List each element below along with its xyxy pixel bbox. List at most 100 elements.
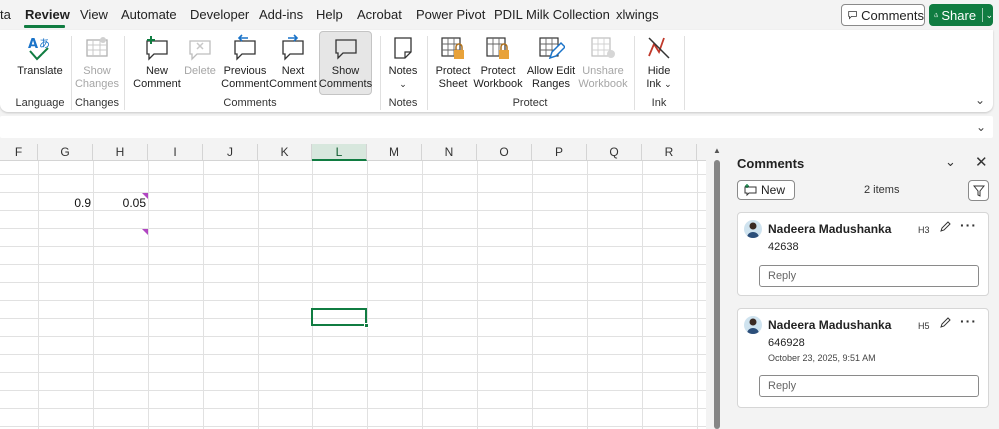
column-header-q[interactable]: Q xyxy=(587,144,642,161)
unshare-workbook-label-2: Workbook xyxy=(578,78,628,90)
show-changes-label-2: Changes xyxy=(74,78,120,90)
more-options-icon[interactable]: ··· xyxy=(960,313,977,329)
collapse-ribbon-chevron-icon[interactable]: ⌄ xyxy=(975,93,985,107)
filter-icon xyxy=(972,185,985,197)
hide-ink-button[interactable]: Hide Ink ⌄ xyxy=(640,32,678,91)
show-comments-button[interactable]: Show Comments xyxy=(319,31,372,95)
comments-button-label: Comments xyxy=(861,7,924,23)
comment-author: Nadeera Madushanka xyxy=(768,318,892,332)
column-header-j[interactable]: J xyxy=(203,144,258,161)
protect-workbook-label-1: Protect xyxy=(480,65,516,77)
comments-pane: Comments ⌄ ✕ New 2 items Nadeera Madusha… xyxy=(726,144,999,429)
grid-line xyxy=(532,161,533,429)
tab-data-partial[interactable]: ta xyxy=(0,7,11,22)
chevron-down-icon[interactable]: ⌄ xyxy=(945,154,956,170)
tab-acrobat[interactable]: Acrobat xyxy=(357,7,402,22)
grid-line xyxy=(0,408,706,409)
column-header-h[interactable]: H xyxy=(93,144,148,161)
expand-formula-bar-chevron-icon[interactable]: ⌄ xyxy=(976,120,986,134)
column-header-p[interactable]: P xyxy=(532,144,587,161)
next-comment-button[interactable]: Next Comment xyxy=(269,32,317,91)
cell-h-value[interactable]: 0.05 xyxy=(95,196,146,210)
group-label-language: Language xyxy=(15,97,65,109)
grid-line xyxy=(0,192,706,193)
tab-automate[interactable]: Automate xyxy=(121,7,177,22)
active-tab-underline xyxy=(24,25,65,28)
previous-comment-label-2: Comment xyxy=(221,78,269,90)
tab-developer[interactable]: Developer xyxy=(190,7,249,22)
tab-pdil-milk-collection[interactable]: PDIL Milk Collection xyxy=(494,7,610,22)
fill-handle[interactable] xyxy=(364,323,369,328)
column-header-r[interactable]: R xyxy=(642,144,697,161)
column-header-g[interactable]: G xyxy=(38,144,93,161)
tab-power-pivot[interactable]: Power Pivot xyxy=(416,7,485,22)
column-header-l[interactable]: L xyxy=(312,144,367,161)
cell-g-value[interactable]: 0.9 xyxy=(40,196,91,210)
share-icon xyxy=(934,12,938,18)
close-icon[interactable]: ✕ xyxy=(975,153,988,171)
more-options-icon[interactable]: ··· xyxy=(960,217,977,233)
column-header-i[interactable]: I xyxy=(148,144,203,161)
group-label-notes: Notes xyxy=(388,97,418,109)
column-header-m[interactable]: M xyxy=(367,144,422,161)
vertical-scrollbar[interactable]: ▲ xyxy=(711,144,723,429)
filter-button[interactable] xyxy=(968,180,989,201)
show-changes-button[interactable]: Show Changes xyxy=(75,32,119,91)
svg-text:A: A xyxy=(28,37,38,52)
tab-add-ins[interactable]: Add-ins xyxy=(259,7,303,22)
share-button[interactable]: Share ⌄ xyxy=(929,4,993,26)
comments-button[interactable]: Comments xyxy=(841,4,925,26)
share-button-label: Share xyxy=(941,7,977,23)
allow-edit-ranges-label-1: Allow Edit xyxy=(526,65,576,77)
reply-input[interactable]: Reply xyxy=(759,265,979,287)
active-cell[interactable] xyxy=(311,308,367,326)
column-header-n[interactable]: N xyxy=(422,144,477,161)
comment-thread[interactable]: Nadeera Madushanka H5 ··· 646928 October… xyxy=(737,308,989,408)
protect-workbook-label-2: Workbook xyxy=(473,78,523,90)
column-header-o[interactable]: O xyxy=(477,144,532,161)
reply-input[interactable]: Reply xyxy=(759,375,979,397)
grid-line xyxy=(203,161,204,429)
tab-xlwings[interactable]: xlwings xyxy=(616,7,659,22)
scroll-up-arrow-icon[interactable]: ▲ xyxy=(713,146,721,155)
grid-line xyxy=(0,264,706,265)
delete-comment-button[interactable]: Delete xyxy=(183,32,217,78)
notes-button[interactable]: Notes ⌄ xyxy=(386,32,420,91)
translate-button[interactable]: A あ Translate xyxy=(15,32,65,78)
new-comment-pane-button[interactable]: New xyxy=(737,180,795,200)
protect-workbook-button[interactable]: Protect Workbook xyxy=(473,32,523,91)
new-comment-icon xyxy=(744,184,757,196)
scrollbar-thumb[interactable] xyxy=(714,160,720,429)
grid-line xyxy=(0,300,706,301)
comment-indicator[interactable] xyxy=(142,229,148,235)
new-comment-label-1: New xyxy=(145,65,168,77)
notes-label: Notes xyxy=(388,65,418,77)
ribbon: A あ Translate Language Show Changes Chan… xyxy=(0,30,993,112)
allow-edit-ranges-button[interactable]: Allow Edit Ranges xyxy=(524,32,578,91)
column-header-k[interactable]: K xyxy=(258,144,312,161)
worksheet-grid[interactable]: F G H I J K L M N O P Q R 0.9 0.05 xyxy=(0,144,706,429)
new-comment-button[interactable]: New Comment xyxy=(130,32,184,91)
grid-line xyxy=(587,161,588,429)
tab-view[interactable]: View xyxy=(80,7,108,22)
tab-review[interactable]: Review xyxy=(25,7,70,22)
group-divider xyxy=(380,36,381,110)
column-header-f[interactable]: F xyxy=(0,144,38,161)
protect-sheet-button[interactable]: Protect Sheet xyxy=(433,32,473,91)
grid-line xyxy=(477,161,478,429)
comment-indicator[interactable] xyxy=(142,193,148,199)
group-divider xyxy=(71,36,72,110)
formula-bar[interactable] xyxy=(0,116,993,138)
tab-help[interactable]: Help xyxy=(316,7,343,22)
unshare-workbook-label-1: Unshare xyxy=(582,65,624,77)
chevron-down-icon[interactable]: ⌄ xyxy=(985,10,993,21)
grid-line xyxy=(38,161,39,429)
comments-pane-title: Comments xyxy=(737,156,805,171)
comment-thread[interactable]: Nadeera Madushanka H3 ··· 42638 Reply xyxy=(737,212,989,296)
edit-icon[interactable] xyxy=(940,316,952,331)
previous-comment-button[interactable]: Previous Comment xyxy=(220,32,270,91)
unshare-workbook-button[interactable]: Unshare Workbook xyxy=(577,32,629,91)
group-divider xyxy=(124,36,125,110)
edit-icon[interactable] xyxy=(940,220,952,235)
avatar xyxy=(744,220,762,238)
